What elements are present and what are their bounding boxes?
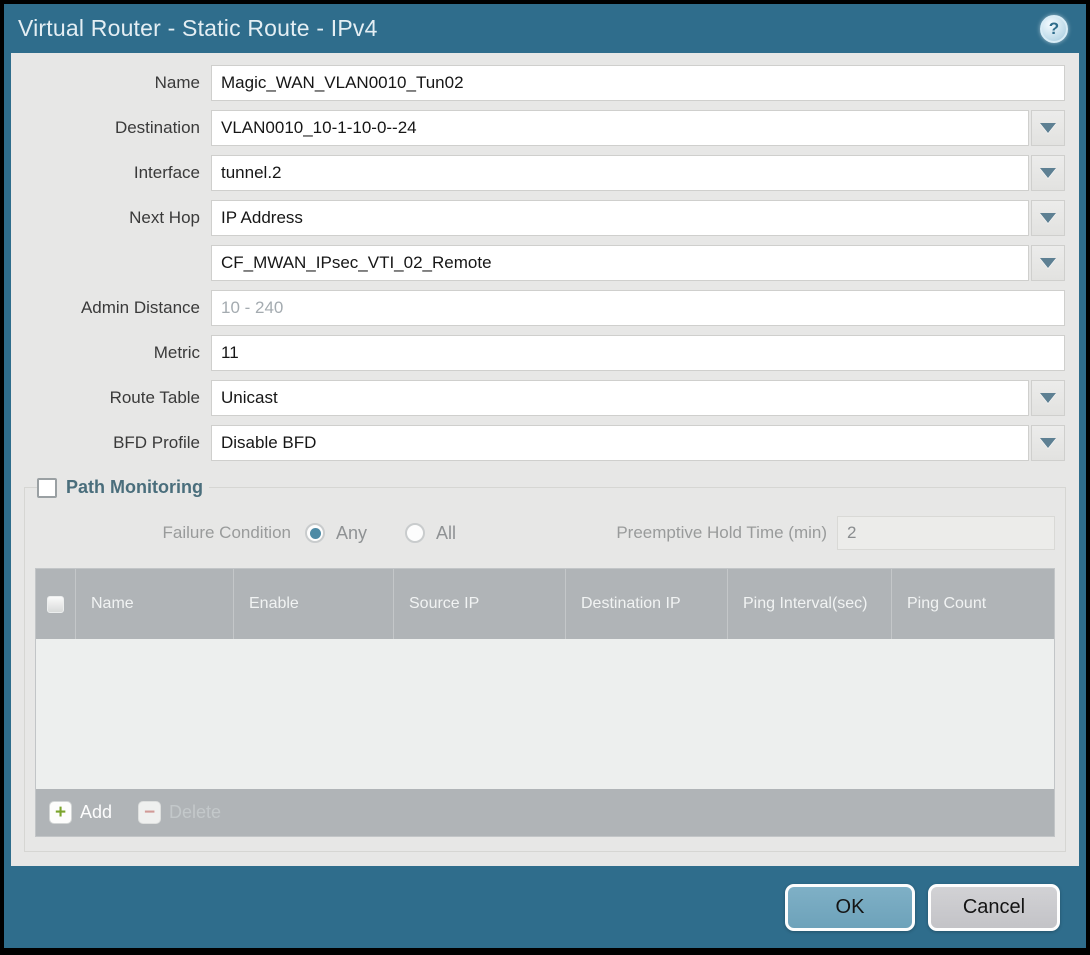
metric-label: Metric [11, 343, 211, 363]
path-monitoring-checkbox[interactable] [37, 478, 57, 498]
form-row-bfd-profile: BFD Profile [11, 425, 1065, 461]
form-row-name: Name [11, 65, 1065, 101]
column-header-ping-count[interactable]: Ping Count [891, 569, 1054, 639]
path-monitoring-table: Name Enable Source IP Destination IP Pin… [35, 568, 1055, 837]
dialog-title: Virtual Router - Static Route - IPv4 [18, 15, 378, 42]
chevron-down-icon [1040, 123, 1056, 133]
dialog-footer: OK Cancel [4, 866, 1086, 948]
radio-all-label: All [436, 523, 456, 544]
destination-dropdown-button[interactable] [1031, 110, 1065, 146]
chevron-down-icon [1040, 438, 1056, 448]
route-table-input[interactable] [211, 380, 1029, 416]
bfd-profile-label: BFD Profile [11, 433, 211, 453]
static-route-dialog: Virtual Router - Static Route - IPv4 ? N… [4, 4, 1086, 948]
column-header-name[interactable]: Name [75, 569, 233, 639]
name-input[interactable] [211, 65, 1065, 101]
interface-input[interactable] [211, 155, 1029, 191]
dialog-titlebar: Virtual Router - Static Route - IPv4 ? [4, 4, 1086, 53]
help-icon[interactable]: ? [1040, 15, 1068, 43]
form-row-metric: Metric [11, 335, 1065, 371]
table-header-row: Name Enable Source IP Destination IP Pin… [36, 569, 1054, 639]
admin-distance-label: Admin Distance [11, 298, 211, 318]
route-table-dropdown-button[interactable] [1031, 380, 1065, 416]
next-hop-type-input[interactable] [211, 200, 1029, 236]
add-button[interactable]: + Add [49, 801, 112, 824]
preemptive-hold-time-input[interactable] [837, 516, 1055, 550]
add-button-label: Add [80, 802, 112, 823]
ok-button[interactable]: OK [785, 884, 915, 931]
route-table-combo [211, 380, 1065, 416]
delete-button-label: Delete [169, 802, 221, 823]
path-monitoring-section: Path Monitoring Failure Condition Any Al… [24, 477, 1066, 852]
next-hop-label: Next Hop [11, 208, 211, 228]
destination-input[interactable] [211, 110, 1029, 146]
name-label: Name [11, 73, 211, 93]
destination-label: Destination [11, 118, 211, 138]
interface-dropdown-button[interactable] [1031, 155, 1065, 191]
form-row-interface: Interface [11, 155, 1065, 191]
dialog-content: Name Destination Interface Next Hop [11, 53, 1079, 866]
chevron-down-icon [1040, 258, 1056, 268]
column-header-enable[interactable]: Enable [233, 569, 393, 639]
interface-combo [211, 155, 1065, 191]
route-table-label: Route Table [11, 388, 211, 408]
next-hop-address-input[interactable] [211, 245, 1029, 281]
interface-label: Interface [11, 163, 211, 183]
column-header-source-ip[interactable]: Source IP [393, 569, 565, 639]
preemptive-hold-time-group: Preemptive Hold Time (min) [616, 516, 1055, 550]
form-row-next-hop-address [11, 245, 1065, 281]
radio-all[interactable]: All [405, 523, 456, 544]
failure-condition-row: Failure Condition Any All Preemptive Hol… [35, 516, 1055, 550]
bfd-profile-input[interactable] [211, 425, 1029, 461]
preemptive-hold-time-label: Preemptive Hold Time (min) [616, 523, 837, 543]
path-monitoring-title: Path Monitoring [66, 477, 203, 498]
plus-icon: + [49, 801, 72, 824]
form-row-admin-distance: Admin Distance [11, 290, 1065, 326]
form-row-next-hop: Next Hop [11, 200, 1065, 236]
table-header-select-all [36, 569, 75, 639]
chevron-down-icon [1040, 168, 1056, 178]
failure-condition-label: Failure Condition [35, 523, 305, 543]
chevron-down-icon [1040, 393, 1056, 403]
table-body-empty [36, 639, 1054, 789]
path-monitoring-legend: Path Monitoring [37, 477, 209, 498]
select-all-checkbox[interactable] [47, 596, 64, 613]
destination-combo [211, 110, 1065, 146]
column-header-destination-ip[interactable]: Destination IP [565, 569, 727, 639]
chevron-down-icon [1040, 213, 1056, 223]
bfd-profile-dropdown-button[interactable] [1031, 425, 1065, 461]
metric-input[interactable] [211, 335, 1065, 371]
column-header-ping-interval[interactable]: Ping Interval(sec) [727, 569, 891, 639]
table-toolbar: + Add − Delete [36, 789, 1054, 836]
next-hop-combo [211, 200, 1065, 236]
radio-any[interactable]: Any [305, 523, 367, 544]
radio-any-label: Any [336, 523, 367, 544]
admin-distance-input[interactable] [211, 290, 1065, 326]
form-row-destination: Destination [11, 110, 1065, 146]
radio-all-circle [405, 523, 425, 543]
delete-button[interactable]: − Delete [138, 801, 221, 824]
help-icon-glyph: ? [1049, 19, 1059, 39]
cancel-button[interactable]: Cancel [928, 884, 1060, 931]
radio-any-circle [305, 523, 325, 543]
next-hop-address-combo [211, 245, 1065, 281]
next-hop-dropdown-button[interactable] [1031, 200, 1065, 236]
failure-condition-radio-group: Any All [305, 523, 456, 544]
bfd-profile-combo [211, 425, 1065, 461]
minus-icon: − [138, 801, 161, 824]
form-row-route-table: Route Table [11, 380, 1065, 416]
next-hop-address-dropdown-button[interactable] [1031, 245, 1065, 281]
